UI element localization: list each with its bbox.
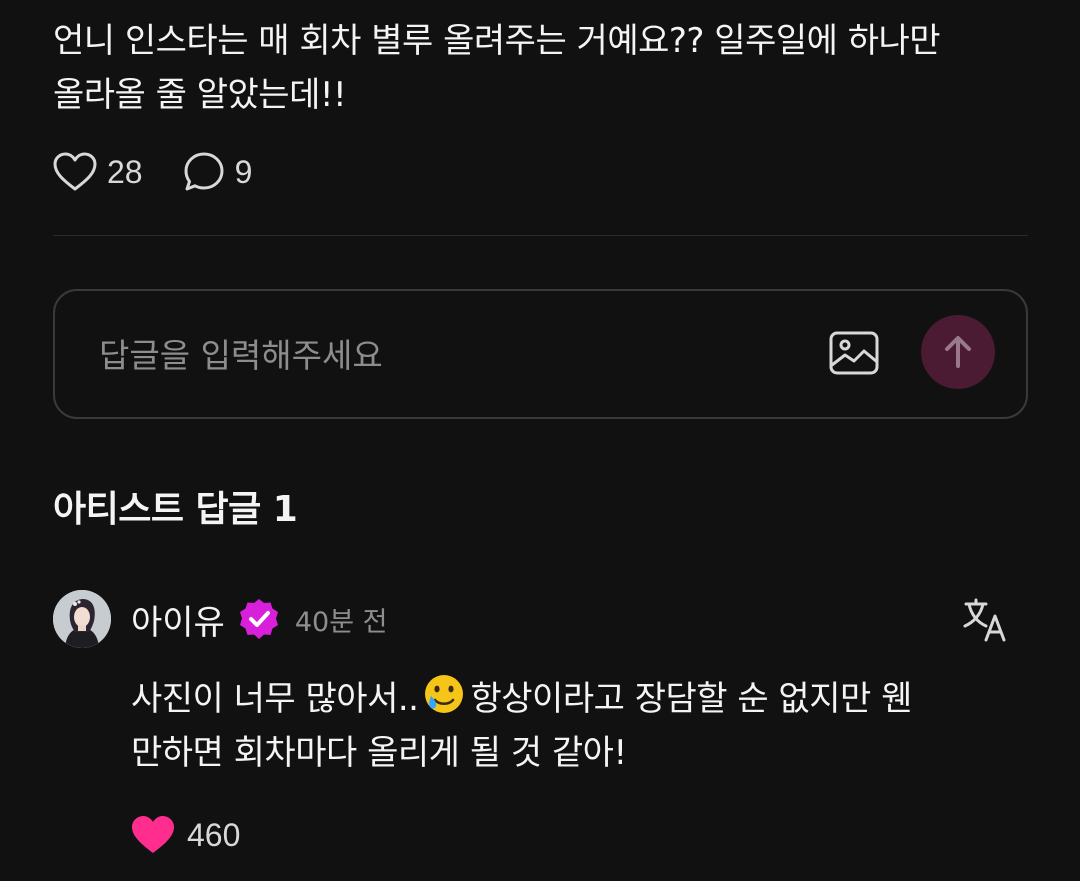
post-text-line: 올라올 줄 알았는데!! (53, 75, 347, 115)
send-button[interactable] (921, 315, 995, 389)
reply-text-segment: 항상이라고 장담할 순 없지만 웬 (470, 679, 912, 719)
like-count: 28 (107, 153, 143, 190)
avatar-image (53, 590, 111, 648)
author-row: 아이유 40분 전 (131, 593, 387, 645)
avatar[interactable] (53, 590, 111, 648)
reply-text: 사진이 너무 많아서.. 항상이라고 장담할 순 없지만 웬 만하면 회차마다 … (131, 672, 1031, 780)
comment-button[interactable]: 9 (183, 151, 253, 193)
reply-text-line: 사진이 너무 많아서.. 항상이라고 장담할 순 없지만 웬 (131, 672, 1031, 726)
post-text: 언니 인스타는 매 회차 별루 올려주는 거예요?? 일주일에 하나만 올라올 … (53, 14, 1043, 122)
author-name[interactable]: 아이유 (131, 595, 225, 644)
comment-count: 9 (234, 153, 253, 190)
verified-badge-icon (239, 599, 278, 639)
reply-time: 40분 전 (294, 606, 388, 638)
section-title: 아티스트 답글 1 (53, 489, 298, 530)
heart-outline-icon (53, 152, 97, 191)
reply-text-line: 만하면 회차마다 올리게 될 것 같아! (131, 733, 627, 773)
arrow-up-icon (945, 336, 971, 368)
like-button[interactable]: 28 (53, 152, 143, 192)
post-actions: 28 9 (53, 148, 252, 196)
reply-input[interactable] (97, 329, 801, 381)
speech-bubble-icon (184, 152, 224, 191)
reply-text-segment: 사진이 너무 많아서.. (131, 679, 419, 719)
translate-icon (963, 598, 1006, 642)
translate-button[interactable] (962, 596, 1010, 644)
reply-like-count: 460 (187, 816, 241, 853)
divider (53, 235, 1028, 236)
reply-like-button[interactable]: 460 (131, 812, 240, 858)
heart-filled-icon (132, 816, 174, 853)
smiling-face-with-tear-emoji (425, 675, 464, 713)
attach-image-button[interactable] (828, 329, 880, 377)
reply-composer (53, 289, 1028, 419)
image-icon (829, 331, 879, 375)
post-text-line: 언니 인스타는 매 회차 별루 올려주는 거예요?? 일주일에 하나만 (53, 21, 941, 61)
